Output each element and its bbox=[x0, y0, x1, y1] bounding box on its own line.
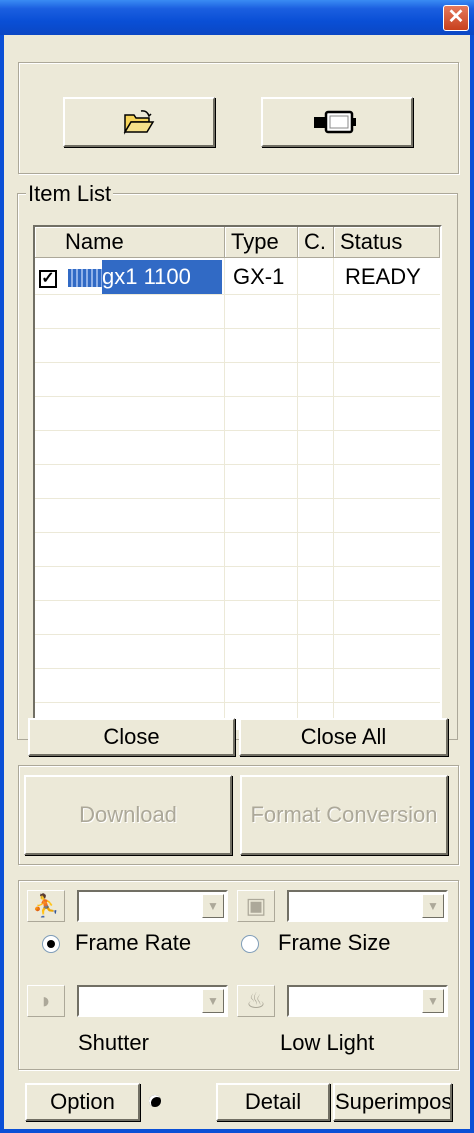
column-header-type[interactable]: Type bbox=[225, 227, 298, 258]
grid-line bbox=[35, 396, 440, 397]
chevron-down-icon[interactable]: ▼ bbox=[422, 989, 444, 1013]
format-conversion-button[interactable]: Format Conversion bbox=[240, 775, 448, 855]
folder-open-icon bbox=[123, 110, 155, 135]
grid-line bbox=[35, 328, 440, 329]
item-list-legend: Item List bbox=[26, 181, 114, 207]
grid-line bbox=[35, 668, 440, 669]
grid-line bbox=[35, 532, 440, 533]
low-light-icon: ♨ bbox=[237, 985, 275, 1017]
shutter-icon: ◗ bbox=[27, 985, 65, 1017]
frame-size-radio[interactable] bbox=[241, 935, 259, 953]
title-bar bbox=[0, 0, 474, 35]
close-all-button[interactable]: Close All bbox=[239, 718, 448, 756]
frame-rate-label: Frame Rate bbox=[75, 930, 192, 955]
status-indicator-icon bbox=[149, 1095, 161, 1107]
item-list-view[interactable]: Name Type C. Status ✓ gx1 1100 GX-1 READ… bbox=[33, 225, 442, 730]
grid-line bbox=[35, 294, 440, 295]
grid-line bbox=[35, 498, 440, 499]
column-header-status[interactable]: Status bbox=[334, 227, 440, 258]
grid-line bbox=[35, 430, 440, 431]
device-item-icon bbox=[68, 269, 102, 287]
grid-line bbox=[35, 702, 440, 703]
row-status-cell: READY bbox=[345, 264, 421, 289]
close-icon: ✕ bbox=[447, 6, 465, 28]
grid-line bbox=[35, 362, 440, 363]
shutter-label: Shutter bbox=[78, 1030, 149, 1055]
grid-line bbox=[35, 464, 440, 465]
option-button[interactable]: Option bbox=[25, 1083, 140, 1121]
frame-rate-select[interactable]: ▼ bbox=[77, 890, 228, 922]
row-type-cell: GX-1 bbox=[233, 264, 285, 289]
chevron-down-icon[interactable]: ▼ bbox=[422, 894, 444, 918]
column-header-c[interactable]: C. bbox=[298, 227, 334, 258]
superimpose-button[interactable]: Superimpose bbox=[333, 1083, 452, 1121]
grid-line bbox=[35, 634, 440, 635]
column-header-name[interactable]: Name bbox=[35, 227, 225, 258]
shutter-select[interactable]: ▼ bbox=[77, 985, 228, 1017]
row-checkbox[interactable]: ✓ bbox=[39, 270, 57, 288]
chevron-down-icon[interactable]: ▼ bbox=[202, 989, 224, 1013]
open-file-button[interactable] bbox=[63, 97, 215, 147]
low-light-label: Low Light bbox=[280, 1030, 375, 1055]
download-button[interactable]: Download bbox=[24, 775, 232, 855]
device-button[interactable] bbox=[261, 97, 413, 147]
frame-size-select[interactable]: ▼ bbox=[287, 890, 448, 922]
detail-button[interactable]: Detail bbox=[216, 1083, 330, 1121]
close-button[interactable]: Close bbox=[28, 718, 235, 756]
frame-size-icon: ▣ bbox=[237, 890, 275, 922]
grid-line bbox=[35, 566, 440, 567]
device-icon bbox=[314, 110, 356, 134]
row-name-cell: gx1 1100 bbox=[102, 260, 222, 294]
chevron-down-icon[interactable]: ▼ bbox=[202, 894, 224, 918]
window-close-button[interactable]: ✕ bbox=[443, 5, 469, 31]
frame-rate-icon: ⛹ bbox=[27, 890, 65, 922]
frame-rate-radio[interactable] bbox=[42, 935, 60, 953]
grid-line bbox=[35, 600, 440, 601]
frame-size-label: Frame Size bbox=[278, 930, 391, 955]
low-light-select[interactable]: ▼ bbox=[287, 985, 448, 1017]
